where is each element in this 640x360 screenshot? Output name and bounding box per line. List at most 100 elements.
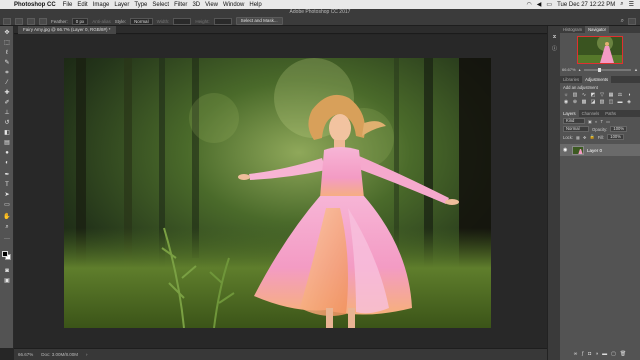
blur-icon[interactable]: ● (3, 150, 11, 156)
document-tab[interactable]: Fairy Amy.jpg @ 66.7% (Layer 0, RGB/8#) … (18, 26, 116, 34)
zoom-in-icon[interactable]: ▲ (634, 67, 638, 72)
width-input[interactable] (173, 17, 192, 25)
link-layers-icon[interactable]: ∞ (574, 351, 578, 357)
zoom-out-icon[interactable]: ▴ (579, 67, 581, 72)
crop-icon[interactable]: ⌗ (3, 70, 11, 76)
gradient-icon[interactable]: ▤ (3, 140, 11, 146)
status-doc-size[interactable]: Doc: 3.00M/8.00M (41, 352, 78, 357)
history-brush-icon[interactable]: ↺ (3, 120, 11, 126)
select-and-mask-button[interactable]: Select and Mask... (235, 17, 283, 25)
filter-type-icon[interactable]: T (601, 119, 604, 124)
screen-mode-icon[interactable]: ▣ (3, 278, 11, 284)
levels-icon[interactable]: ▥ (572, 93, 578, 98)
posterize-icon[interactable]: ▧ (599, 100, 605, 105)
add-selection-icon[interactable] (27, 17, 35, 25)
new-layer-icon[interactable]: ▢ (611, 351, 616, 357)
navigator-zoom-slider[interactable] (583, 67, 632, 72)
hue-saturation-icon[interactable]: ▦ (608, 93, 614, 98)
style-select[interactable]: Normal (130, 17, 153, 25)
threshold-icon[interactable]: ◫ (608, 100, 614, 105)
tab-paths[interactable]: Paths (602, 110, 619, 117)
new-group-icon[interactable]: ▬ (602, 351, 607, 357)
brightness-contrast-icon[interactable]: ☼ (563, 93, 569, 98)
lock-pixels-icon[interactable]: ▦ (576, 135, 580, 140)
eraser-icon[interactable]: ◧ (3, 130, 11, 136)
spotlight-icon[interactable]: ⌕ (620, 1, 623, 8)
canvas-area[interactable] (14, 35, 547, 348)
menu-app-name[interactable]: Photoshop CC (14, 2, 63, 8)
opacity-input[interactable]: 100% (610, 126, 628, 132)
tab-layers[interactable]: Layers (560, 110, 579, 117)
subtract-selection-icon[interactable] (39, 17, 47, 25)
color-balance-icon[interactable]: ⚖ (617, 93, 623, 98)
wifi-icon[interactable]: ◠ (527, 1, 532, 8)
menu-select[interactable]: Select (152, 2, 174, 8)
tab-navigator[interactable]: Navigator (585, 26, 610, 33)
eyedropper-icon[interactable]: ⁄ (3, 80, 11, 86)
filter-pixel-icon[interactable]: ▣ (588, 119, 592, 124)
move-icon[interactable]: ✥ (3, 30, 11, 36)
vibrance-icon[interactable]: ▽ (599, 93, 605, 98)
healing-icon[interactable]: ✚ (3, 90, 11, 96)
zoom-icon[interactable]: ⌕ (3, 224, 11, 230)
trash-icon[interactable]: 🗑 (620, 351, 626, 357)
lock-position-icon[interactable]: ✥ (583, 135, 587, 140)
tab-adjustments[interactable]: Adjustments (582, 76, 612, 83)
gradient-map-icon[interactable]: ▬ (617, 100, 623, 105)
selective-color-icon[interactable]: ◈ (626, 100, 632, 105)
menu-file[interactable]: File (63, 2, 78, 8)
layer-row[interactable]: ◉ Layer 0 (560, 144, 640, 156)
rectangle-icon[interactable]: ▭ (3, 202, 11, 208)
channel-mixer-icon[interactable]: ⊕ (572, 100, 578, 105)
filter-adjust-icon[interactable]: ◐ (595, 119, 598, 124)
navigator-zoom-value[interactable]: 66.67% (562, 67, 576, 72)
color-lookup-icon[interactable]: ▩ (581, 100, 587, 105)
quick-mask-icon[interactable]: ◙ (3, 268, 11, 274)
new-selection-icon[interactable] (15, 17, 23, 25)
type-icon[interactable]: T (3, 182, 11, 188)
zoom-slider-knob[interactable] (597, 67, 601, 72)
document-photo[interactable] (64, 58, 491, 328)
menu-help[interactable]: Help (249, 2, 266, 8)
marquee-tool-preset-icon[interactable] (3, 17, 11, 25)
height-input[interactable] (213, 17, 232, 25)
volume-icon[interactable]: ◀ (537, 1, 542, 8)
new-adjustment-icon[interactable]: ◑ (595, 351, 598, 357)
menu-window[interactable]: Window (223, 2, 249, 8)
black-white-icon[interactable]: ◑ (626, 93, 632, 98)
menu-3d[interactable]: 3D (192, 2, 205, 8)
path-select-icon[interactable]: ➤ (3, 192, 11, 198)
foreground-color-swatch[interactable] (2, 251, 8, 257)
filter-shape-icon[interactable]: ▭ (606, 119, 610, 124)
menu-view[interactable]: View (205, 2, 223, 8)
info-icon[interactable]: ⓘ (551, 46, 558, 52)
feather-input[interactable]: 0 px (71, 17, 89, 25)
stamp-icon[interactable]: ⊥ (3, 110, 11, 116)
menu-layer[interactable]: Layer (114, 2, 134, 8)
layer-kind-select[interactable]: Kind (563, 118, 585, 124)
navigator-preview[interactable] (577, 36, 623, 64)
fill-input[interactable]: 100% (607, 134, 624, 140)
tab-libraries[interactable]: Libraries (560, 76, 582, 83)
quick-select-icon[interactable]: ✎ (3, 60, 11, 66)
lasso-icon[interactable]: ℓ (3, 50, 11, 56)
brush-icon[interactable]: ✐ (3, 100, 11, 106)
more-tools-icon[interactable]: ··· (3, 236, 11, 242)
tab-channels[interactable]: Channels (579, 110, 603, 117)
photo-filter-icon[interactable]: ◉ (563, 100, 569, 105)
pen-icon[interactable]: ✒ (3, 172, 11, 178)
menu-edit[interactable]: Edit (77, 2, 92, 8)
menu-filter[interactable]: Filter (174, 2, 192, 8)
notification-center-icon[interactable]: ☰ (629, 1, 634, 8)
curves-icon[interactable]: ∿ (581, 93, 587, 98)
history-icon[interactable]: ⧖ (551, 34, 558, 40)
visibility-eye-icon[interactable]: ◉ (563, 147, 569, 153)
layer-name[interactable]: Layer 0 (587, 148, 602, 153)
invert-icon[interactable]: ◪ (590, 100, 596, 105)
tab-histogram[interactable]: Histogram (560, 26, 585, 33)
menubar-clock[interactable]: Tue Dec 27 12:22 PM (557, 2, 615, 8)
antialias-label[interactable]: Anti-alias (92, 19, 111, 24)
workspace-switcher-icon[interactable] (628, 17, 636, 25)
status-zoom[interactable]: 66.67% (18, 352, 33, 357)
marquee-icon[interactable]: ⬚ (3, 40, 11, 46)
